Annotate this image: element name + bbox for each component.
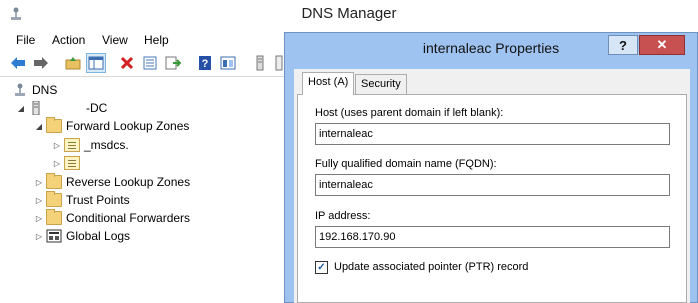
tree-node-trust-points[interactable]: ▷ Trust Points — [34, 191, 130, 209]
window-title: DNS Manager — [301, 5, 397, 22]
menu-view[interactable]: View — [102, 33, 128, 47]
server-icon[interactable] — [251, 54, 269, 72]
export-list-icon[interactable] — [164, 54, 182, 72]
tree-node-reverse-lookup-zones[interactable]: ▷ Reverse Lookup Zones — [34, 173, 190, 191]
menu-file[interactable]: File — [16, 33, 35, 47]
expand-arrow-icon[interactable]: ▷ — [52, 141, 62, 150]
menu-action[interactable]: Action — [52, 33, 85, 47]
folder-icon — [46, 209, 62, 225]
back-arrow-icon[interactable] — [9, 54, 27, 72]
zone-icon — [64, 138, 80, 152]
menu-help[interactable]: Help — [144, 33, 169, 47]
tree-node-zone[interactable]: ▷ — [52, 154, 84, 172]
tab-host-a[interactable]: Host (A) — [302, 72, 355, 95]
fqdn-label: Fully qualified domain name (FQDN): — [315, 158, 497, 170]
tree-node-forward-lookup-zones[interactable]: ◢ Forward Lookup Zones — [34, 117, 189, 135]
properties-icon[interactable] — [141, 54, 159, 72]
tab-security[interactable]: Security — [355, 74, 407, 94]
show-hide-tree-icon[interactable] — [86, 53, 106, 73]
tree-node-dns[interactable]: DNS — [6, 81, 57, 99]
ptr-checkbox-label[interactable]: Update associated pointer (PTR) record — [334, 261, 528, 273]
folder-icon — [46, 117, 62, 133]
logs-icon — [46, 229, 62, 243]
view-icon[interactable] — [219, 54, 237, 72]
up-folder-icon[interactable] — [64, 54, 82, 72]
zone-icon — [64, 156, 80, 170]
expand-arrow-icon[interactable]: ▷ — [34, 214, 44, 223]
dialog-body: Host (A) Security Host (uses parent doma… — [294, 69, 690, 303]
tree-node-label: Forward Lookup Zones — [66, 119, 190, 133]
host-input[interactable]: internaleac — [315, 123, 670, 145]
tree-node-label: -DC — [86, 101, 108, 115]
svg-text:?: ? — [202, 58, 209, 70]
tab-panel-host: Host (uses parent domain if left blank):… — [297, 94, 687, 303]
host-label: Host (uses parent domain if left blank): — [315, 107, 504, 119]
tree-node-server[interactable]: ◢ -DC — [16, 99, 107, 117]
properties-dialog: internaleac Properties ? ✕ Host (A) Secu… — [284, 32, 698, 303]
server-icon — [32, 101, 40, 115]
folder-icon — [46, 173, 62, 189]
tree-node-label: _msdcs. — [84, 138, 129, 152]
forward-arrow-icon[interactable] — [32, 54, 50, 72]
tree-node-label: DNS — [32, 83, 58, 97]
ptr-checkbox[interactable]: ✓ — [315, 261, 328, 274]
tree-node-label: Reverse Lookup Zones — [66, 175, 191, 189]
ip-address-label: IP address: — [315, 210, 371, 222]
collapse-arrow-icon[interactable]: ◢ — [16, 104, 26, 113]
fqdn-field[interactable]: internaleac — [315, 174, 670, 196]
help-button[interactable]: ? — [608, 35, 638, 55]
folder-icon — [46, 191, 62, 207]
close-button[interactable]: ✕ — [639, 35, 685, 55]
tree-node-conditional-forwarders[interactable]: ▷ Conditional Forwarders — [34, 209, 190, 227]
help-icon[interactable]: ? — [196, 54, 214, 72]
tree-node-label: Global Logs — [66, 229, 131, 243]
expand-arrow-icon[interactable]: ▷ — [52, 159, 62, 168]
collapse-arrow-icon[interactable]: ◢ — [34, 122, 44, 131]
tree-node-msdcs[interactable]: ▷ _msdcs. — [52, 136, 129, 154]
tree-node-global-logs[interactable]: ▷ Global Logs — [34, 227, 130, 245]
expand-arrow-icon[interactable]: ▷ — [34, 178, 44, 187]
tree-node-label: Conditional Forwarders — [66, 211, 191, 225]
delete-icon[interactable] — [118, 54, 136, 72]
expand-arrow-icon[interactable]: ▷ — [34, 196, 44, 205]
main-title-bar: DNS Manager — [0, 0, 698, 30]
tree-node-label: Trust Points — [66, 193, 130, 207]
ip-address-input[interactable]: 192.168.170.90 — [315, 226, 670, 248]
console-tree: DNS ◢ -DC ◢ Forward Lookup Zones ▷ _msdc… — [0, 77, 285, 303]
dns-icon — [15, 83, 25, 96]
expand-arrow-icon[interactable]: ▷ — [34, 232, 44, 241]
